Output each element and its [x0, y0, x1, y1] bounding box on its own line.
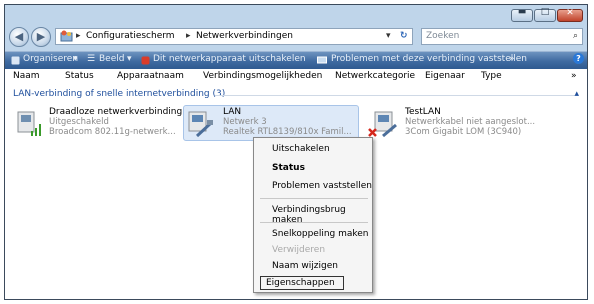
organize-button[interactable]: Organiseren [23, 54, 78, 64]
control-panel-icon [60, 30, 73, 42]
list-item[interactable]: TestLAN Netwerkkabel niet aangeslot... 3… [367, 107, 567, 141]
breadcrumb-control-panel[interactable]: Configuratiescherm [86, 29, 175, 44]
views-button[interactable]: Beeld [99, 54, 124, 64]
item-name: LAN [223, 107, 242, 117]
menu-item-properties[interactable]: Eigenschappen [266, 278, 335, 288]
column-owner[interactable]: Eigenaar [425, 71, 465, 81]
menu-item-delete: Verwijderen [272, 245, 326, 255]
diagnose-button[interactable]: Problemen met deze verbinding vaststelle… [331, 54, 527, 64]
forward-arrow-icon: ▶ [36, 30, 46, 43]
close-icon: ✕ [566, 8, 574, 18]
group-header[interactable]: LAN-verbinding of snelle internetverbind… [13, 89, 225, 99]
disable-device-icon [141, 56, 150, 65]
disconnected-adapter-icon [368, 111, 397, 138]
wireless-adapter-icon [17, 111, 41, 136]
minimize-icon: ▬ [517, 7, 527, 17]
item-device: Broadcom 802.11g-netwerk... [49, 127, 176, 137]
help-icon[interactable]: ? [573, 53, 584, 64]
back-button[interactable]: ◀ [9, 27, 29, 47]
context-menu: Uitschakelen Status Problemen vaststelle… [253, 137, 373, 293]
column-name[interactable]: Naam [13, 71, 40, 81]
column-status[interactable]: Status [65, 71, 94, 81]
back-arrow-icon: ◀ [14, 30, 24, 43]
search-placeholder: Zoeken [426, 31, 460, 41]
item-name: TestLAN [405, 107, 441, 117]
breadcrumb-separator-icon: ▸ [186, 31, 191, 41]
column-network-category[interactable]: Netwerkcategorie [335, 71, 415, 81]
views-dropdown-icon: ▾ [127, 54, 132, 64]
columns-more-icon[interactable]: » [571, 71, 577, 81]
menu-separator [260, 222, 368, 223]
maximize-icon: □ [540, 7, 550, 17]
menu-separator [260, 198, 368, 199]
explorer-window: ▬ □ ✕ ◀ ▶ ▸ Configuratiescherm ▸ Netwerk… [4, 4, 588, 300]
item-status: Netwerkkabel niet aangeslot... [405, 117, 536, 127]
search-icon[interactable]: ⌕ [573, 29, 578, 44]
menu-item-diagnose[interactable]: Problemen vaststellen [272, 181, 372, 191]
breadcrumb-network-connections[interactable]: Netwerkverbindingen [196, 29, 293, 44]
refresh-icon[interactable]: ↻ [400, 29, 408, 44]
column-device-name[interactable]: Apparaatnaam [117, 71, 184, 81]
address-dropdown-icon[interactable]: ▾ [386, 29, 391, 44]
address-row: ◀ ▶ ▸ Configuratiescherm ▸ Netwerkverbin… [5, 25, 587, 51]
item-status: Netwerk 3 [223, 117, 267, 127]
window-controls: ▬ □ ✕ [511, 7, 583, 22]
group-divider [215, 95, 575, 96]
organize-dropdown-icon: ▾ [73, 54, 78, 64]
views-icon: ☰ [87, 54, 96, 64]
diagnose-icon [317, 56, 327, 64]
more-commands-icon[interactable]: » [509, 54, 515, 64]
menu-item-disable[interactable]: Uitschakelen [272, 144, 330, 154]
item-device: Realtek RTL8139/810x Famil... [223, 127, 352, 137]
list-item[interactable]: Draadloze netwerkverbinding Uitgeschakel… [15, 107, 182, 141]
column-type[interactable]: Type [481, 71, 502, 81]
column-connectivity[interactable]: Verbindingsmogelijkheden [203, 71, 322, 81]
item-device: 3Com Gigabit LOM (3C940) [405, 127, 522, 137]
forward-button[interactable]: ▶ [31, 27, 51, 47]
network-adapter-icon [188, 111, 213, 138]
item-name: Draadloze netwerkverbinding [49, 107, 183, 117]
disable-device-button[interactable]: Dit netwerkapparaat uitschakelen [153, 54, 306, 64]
address-bar[interactable]: ▸ Configuratiescherm ▸ Netwerkverbinding… [55, 28, 413, 45]
list-item-selected[interactable]: LAN Netwerk 3 Realtek RTL8139/810x Famil… [185, 107, 357, 141]
item-status: Uitgeschakeld [49, 117, 109, 127]
search-input[interactable]: Zoeken ⌕ [421, 28, 583, 45]
close-button[interactable]: ✕ [557, 8, 583, 22]
column-header-row: Naam Status Apparaatnaam Verbindingsmoge… [5, 69, 587, 86]
command-bar: Organiseren ▾ ☰ Beeld ▾ Dit netwerkappar… [5, 51, 587, 69]
menu-item-status[interactable]: Status [272, 163, 305, 173]
menu-item-rename[interactable]: Naam wijzigen [272, 261, 338, 271]
minimize-button[interactable]: ▬ [511, 7, 533, 22]
breadcrumb-separator-icon: ▸ [76, 31, 81, 41]
group-collapse-icon[interactable]: ▴ [574, 89, 579, 99]
menu-item-shortcut[interactable]: Snelkoppeling maken [272, 229, 369, 239]
maximize-button[interactable]: □ [534, 7, 556, 22]
organize-icon [11, 56, 20, 65]
